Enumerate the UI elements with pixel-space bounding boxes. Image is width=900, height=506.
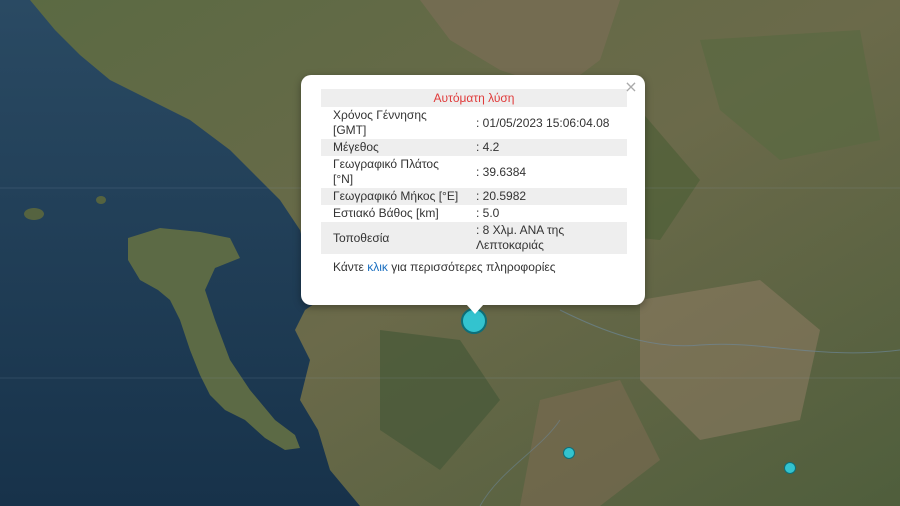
more-info-link[interactable]: κλικ <box>367 260 388 274</box>
detail-value: : 39.6384 <box>476 164 527 179</box>
popup-footer: Κάντε κλικ για περισσότερες πληροφορίες <box>321 254 625 274</box>
footer-prefix: Κάντε <box>333 260 368 274</box>
detail-label: Εστιακό Βάθος [km] <box>333 206 439 220</box>
detail-label: Χρόνος Γέννησης [GMT] <box>333 108 427 137</box>
detail-row: Γεωγραφικό Πλάτος [°N] : 39.6384 <box>321 156 627 188</box>
detail-value: : 5.0 <box>476 206 500 220</box>
footer-suffix: για περισσότερες πληροφορίες <box>387 260 556 274</box>
detail-label: Μέγεθος <box>333 140 379 154</box>
detail-row: Χρόνος Γέννησης [GMT] : 01/05/2023 15:06… <box>321 107 627 139</box>
detail-row: Τοποθεσία : 8 Χλμ. ΑΝΑ της Λεπτοκαριάς <box>321 222 627 254</box>
map-view[interactable]: × Αυτόματη λύση Χρόνος Γέννησης [GMT] : … <box>0 0 900 506</box>
detail-value: : 20.5982 <box>476 189 527 203</box>
detail-label: Γεωγραφικό Πλάτος [°N] <box>333 157 439 186</box>
earthquake-marker[interactable] <box>563 447 575 459</box>
earthquake-info-popup: × Αυτόματη λύση Χρόνος Γέννησης [GMT] : … <box>301 75 645 305</box>
detail-row: Εστιακό Βάθος [km] : 5.0 <box>321 205 627 222</box>
earthquake-details-table: Χρόνος Γέννησης [GMT] : 01/05/2023 15:06… <box>321 107 627 254</box>
detail-label: Τοποθεσία <box>333 230 390 245</box>
detail-value: : 8 Χλμ. ΑΝΑ της Λεπτοκαριάς <box>476 223 565 252</box>
detail-value: : 4.2 <box>476 140 500 154</box>
popup-title: Αυτόματη λύση <box>321 89 627 107</box>
detail-row: Μέγεθος : 4.2 <box>321 139 627 156</box>
earthquake-marker[interactable] <box>784 462 796 474</box>
close-icon[interactable]: × <box>623 79 639 95</box>
popup-pointer <box>466 304 484 314</box>
detail-row: Γεωγραφικό Μήκος [°E] : 20.5982 <box>321 188 627 205</box>
detail-label: Γεωγραφικό Μήκος [°E] <box>333 189 459 203</box>
detail-value: : 01/05/2023 15:06:04.08 <box>476 115 610 130</box>
